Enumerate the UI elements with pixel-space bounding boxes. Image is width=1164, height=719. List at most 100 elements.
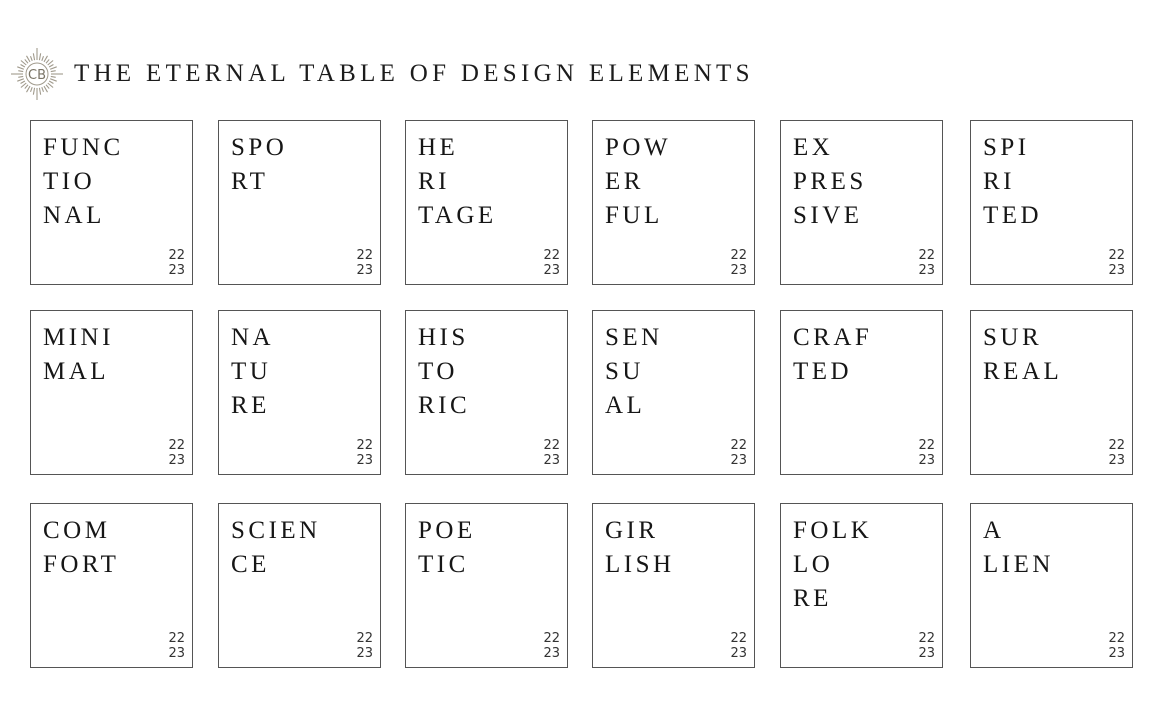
element-year: 22 23 xyxy=(543,248,560,278)
logo-ray xyxy=(38,87,42,95)
year-line: 22 xyxy=(918,631,935,646)
element-tile: A LIEN 22 23 xyxy=(970,503,1133,668)
element-word: HIS TO RIC xyxy=(418,321,470,423)
year-line: 23 xyxy=(356,646,373,661)
year-line: 23 xyxy=(1108,646,1125,661)
element-year: 22 23 xyxy=(168,631,185,661)
word-syllable: TAGE xyxy=(418,202,497,229)
year-line: 23 xyxy=(918,263,935,278)
year-line: 22 xyxy=(918,438,935,453)
element-year: 22 23 xyxy=(730,248,747,278)
element-year: 22 23 xyxy=(356,631,373,661)
element-tile: NA TU RE 22 23 xyxy=(218,310,381,475)
logo-ray xyxy=(17,66,25,70)
year-line: 23 xyxy=(730,263,747,278)
element-tile: HE RI TAGE 22 23 xyxy=(405,120,568,285)
word-syllable: SPO xyxy=(231,134,288,161)
word-syllable: HIS xyxy=(418,324,469,351)
word-syllable: AL xyxy=(605,392,646,419)
word-syllable: COM xyxy=(43,517,111,544)
element-tile: GIR LISH 22 23 xyxy=(592,503,755,668)
logo-ray xyxy=(47,82,54,88)
element-tile: COM FORT 22 23 xyxy=(30,503,193,668)
element-tile: POE TIC 22 23 xyxy=(405,503,568,668)
word-syllable: TO xyxy=(418,358,458,385)
logo-ray xyxy=(18,70,24,73)
word-syllable: TIC xyxy=(418,551,469,578)
logo-ray xyxy=(48,64,54,68)
word-syllable: EX xyxy=(793,134,834,161)
year-line: 23 xyxy=(918,453,935,468)
year-line: 23 xyxy=(918,646,935,661)
year-line: 22 xyxy=(543,438,560,453)
word-syllable: LO xyxy=(793,551,834,578)
year-line: 22 xyxy=(356,248,373,263)
element-year: 22 23 xyxy=(1108,438,1125,468)
logo-ray xyxy=(20,60,27,66)
logo-rays: CB xyxy=(11,48,63,100)
element-word: FUNC TIO NAL xyxy=(43,131,124,233)
year-line: 23 xyxy=(730,453,747,468)
word-syllable: FOLK xyxy=(793,517,873,544)
element-word: SPI RI TED xyxy=(983,131,1042,233)
page-header: CB THE ETERNAL TABLE OF DESIGN ELEMENTS xyxy=(10,46,754,102)
element-tile: POW ER FUL 22 23 xyxy=(592,120,755,285)
word-syllable: SUR xyxy=(983,324,1043,351)
word-syllable: TED xyxy=(793,358,853,385)
word-syllable: SCIEN xyxy=(231,517,321,544)
word-syllable: TED xyxy=(983,202,1043,229)
year-line: 22 xyxy=(168,248,185,263)
logo-ray xyxy=(24,84,29,89)
year-line: 23 xyxy=(543,646,560,661)
word-syllable: NA xyxy=(231,324,275,351)
word-syllable: SU xyxy=(605,358,644,385)
year-line: 22 xyxy=(918,248,935,263)
logo-ray xyxy=(43,85,48,93)
word-syllable: CE xyxy=(231,551,270,578)
sunburst-logo-icon: CB xyxy=(10,46,66,102)
year-line: 22 xyxy=(730,631,747,646)
logo-ray xyxy=(49,66,57,70)
element-year: 22 23 xyxy=(730,631,747,661)
word-syllable: ER xyxy=(605,168,644,195)
year-line: 22 xyxy=(356,438,373,453)
element-word: NA TU RE xyxy=(231,321,274,423)
element-year: 22 23 xyxy=(730,438,747,468)
logo-ray xyxy=(29,55,33,62)
logo-ray xyxy=(29,86,33,93)
element-tile: SEN SU AL 22 23 xyxy=(592,310,755,475)
element-year: 22 23 xyxy=(1108,248,1125,278)
element-word: CRAF TED xyxy=(793,321,872,389)
element-word: POW ER FUL xyxy=(605,131,671,233)
word-syllable: FUNC xyxy=(43,134,124,161)
element-word: SCIEN CE xyxy=(231,514,321,582)
word-syllable: SIVE xyxy=(793,202,863,229)
logo-ray xyxy=(41,55,45,62)
element-year: 22 23 xyxy=(918,631,935,661)
logo-ray xyxy=(49,78,57,82)
logo-ray xyxy=(45,84,50,89)
logo-ray xyxy=(50,70,56,73)
year-line: 22 xyxy=(543,248,560,263)
year-line: 22 xyxy=(543,631,560,646)
logo-ray xyxy=(47,60,54,66)
element-word: SEN SU AL xyxy=(605,321,663,423)
year-line: 22 xyxy=(168,631,185,646)
word-syllable: MAL xyxy=(43,358,110,385)
element-word: GIR LISH xyxy=(605,514,675,582)
logo-ray xyxy=(26,85,31,93)
year-line: 23 xyxy=(356,263,373,278)
logo-ray xyxy=(18,75,24,78)
logo-ray xyxy=(45,59,50,64)
logo-ray xyxy=(41,86,45,93)
logo-ray xyxy=(48,80,54,84)
page-title: THE ETERNAL TABLE OF DESIGN ELEMENTS xyxy=(74,60,754,87)
element-year: 22 23 xyxy=(168,438,185,468)
logo-ray xyxy=(32,87,36,95)
year-line: 23 xyxy=(168,646,185,661)
logo-ray xyxy=(24,59,29,64)
word-syllable: A xyxy=(983,517,1005,544)
year-line: 23 xyxy=(1108,263,1125,278)
year-line: 23 xyxy=(168,453,185,468)
element-word: EX PRES SIVE xyxy=(793,131,867,233)
